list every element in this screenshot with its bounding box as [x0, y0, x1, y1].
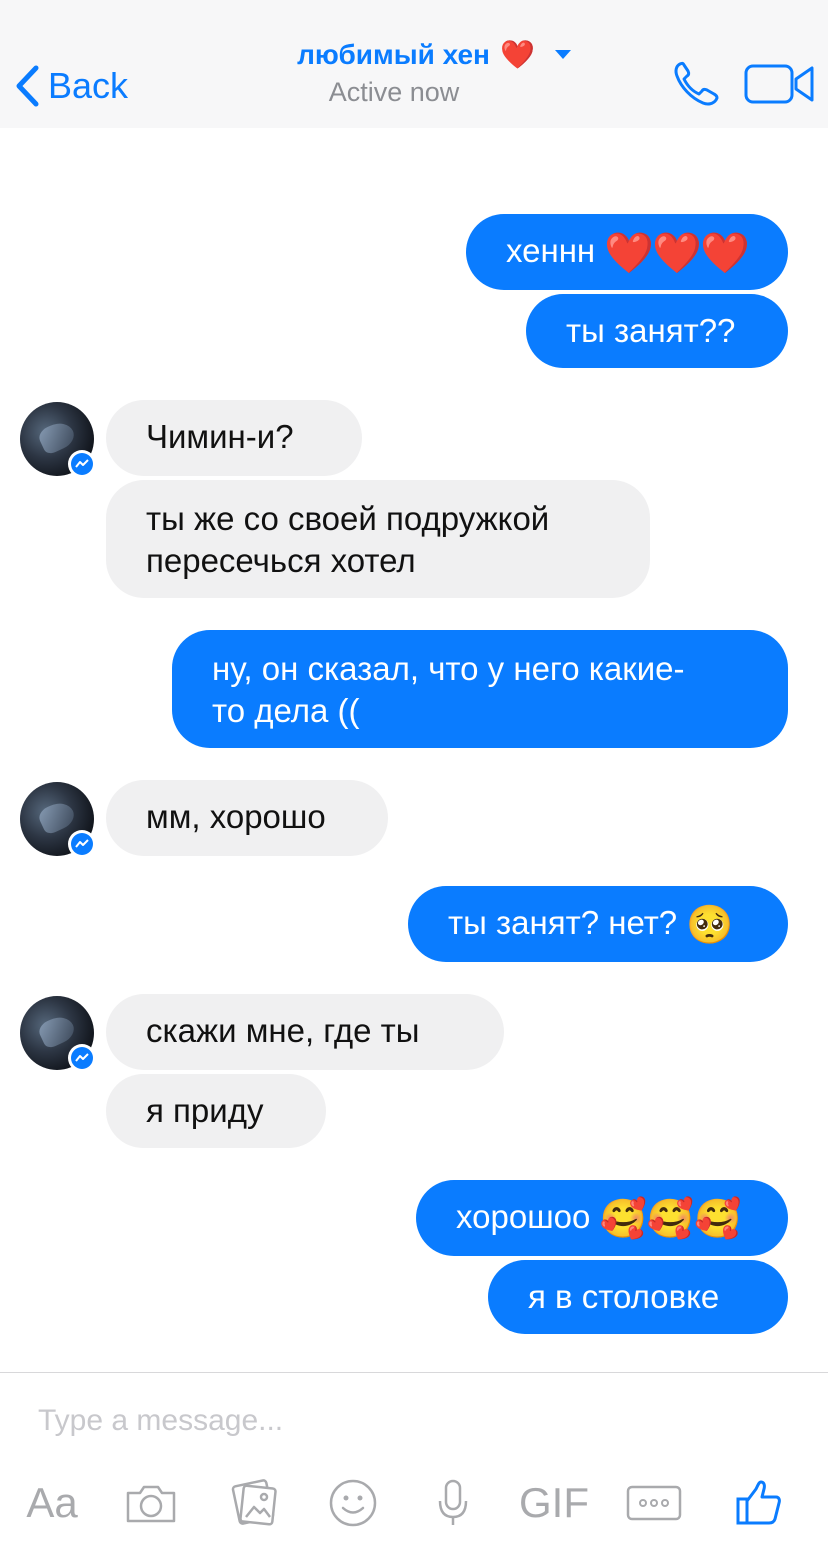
sticker-button[interactable] — [326, 1470, 380, 1536]
message-text: мм, хорошо — [146, 798, 326, 835]
message-text: я в столовке — [528, 1278, 720, 1315]
message-text: ты занят? нет? — [448, 904, 678, 941]
message-text: хеннн — [506, 232, 596, 269]
thumbs-up-icon — [736, 1480, 781, 1525]
camera-button[interactable] — [122, 1470, 180, 1536]
more-icon — [626, 1485, 682, 1521]
phone-icon — [674, 61, 719, 106]
message-text-line: ну, он сказал, что у него какие- — [212, 650, 685, 687]
video-camera-icon — [744, 64, 814, 104]
message-text-line: ты же со своей подружкой — [146, 500, 550, 537]
messenger-badge-icon — [68, 830, 96, 858]
message-incoming[interactable]: мм, хорошо — [106, 780, 388, 856]
video-call-button[interactable] — [744, 62, 816, 106]
message-outgoing[interactable]: ты занят?? — [526, 294, 788, 368]
conversation-header: Back любимый хен ❤️ Active now — [0, 0, 828, 128]
smiley-icon — [329, 1479, 377, 1527]
microphone-icon — [438, 1479, 468, 1525]
composer-divider — [0, 1372, 828, 1373]
message-text-line: пересечься хотел — [146, 542, 416, 579]
message-text: скажи мне, где ты — [146, 1012, 420, 1049]
hearts-emoji: ❤️❤️❤️ — [604, 231, 749, 276]
messenger-badge-icon — [68, 450, 96, 478]
pleading-face-emoji: 🥺 — [686, 904, 734, 947]
message-outgoing[interactable]: ты занят? нет? 🥺 — [408, 886, 788, 962]
like-button[interactable] — [730, 1470, 786, 1536]
photo-gallery-icon — [231, 1479, 277, 1526]
contact-name-row[interactable]: любимый хен ❤️ — [297, 38, 571, 71]
message-input[interactable] — [36, 1398, 800, 1444]
more-options-button[interactable] — [624, 1470, 684, 1536]
messenger-badge-icon — [68, 1044, 96, 1072]
message-text: я приду — [146, 1092, 264, 1129]
aa-label: Aa — [26, 1479, 78, 1526]
composer-toolbar: Aa GIF — [0, 1470, 828, 1540]
message-incoming[interactable]: скажи мне, где ты — [106, 994, 504, 1070]
message-incoming[interactable]: Чимин-и? — [106, 400, 362, 476]
message-text-line: то дела (( — [212, 692, 360, 729]
caret-down-icon[interactable] — [554, 50, 571, 59]
photo-gallery-button[interactable] — [226, 1470, 282, 1536]
message-text: ты занят?? — [566, 312, 736, 349]
smiling-hearts-emoji: 🥰🥰🥰 — [599, 1198, 742, 1241]
message-outgoing[interactable]: я в столовке — [488, 1260, 788, 1334]
contact-name: любимый хен — [297, 38, 490, 70]
gif-label: GIF — [519, 1479, 589, 1526]
message-incoming[interactable]: ты же со своей подружкой пересечься хоте… — [106, 480, 650, 598]
contact-avatar[interactable] — [20, 996, 96, 1072]
message-text: Чимин-и? — [146, 418, 294, 455]
message-outgoing[interactable]: хеннн ❤️❤️❤️ — [466, 214, 788, 290]
heart-emoji: ❤️ — [499, 39, 535, 70]
message-outgoing[interactable]: ну, он сказал, что у него какие- то дела… — [172, 630, 788, 748]
gif-button[interactable]: GIF — [518, 1470, 590, 1536]
contact-avatar[interactable] — [20, 782, 96, 858]
message-incoming[interactable]: я приду — [106, 1074, 326, 1148]
message-outgoing[interactable]: хорошоо 🥰🥰🥰 — [416, 1180, 788, 1256]
voice-message-button[interactable] — [432, 1470, 474, 1536]
contact-avatar[interactable] — [20, 402, 96, 478]
message-text: хорошоо — [456, 1198, 591, 1235]
voice-call-button[interactable] — [670, 58, 722, 110]
camera-icon — [126, 1485, 176, 1523]
text-style-button[interactable]: Aa — [20, 1470, 84, 1536]
